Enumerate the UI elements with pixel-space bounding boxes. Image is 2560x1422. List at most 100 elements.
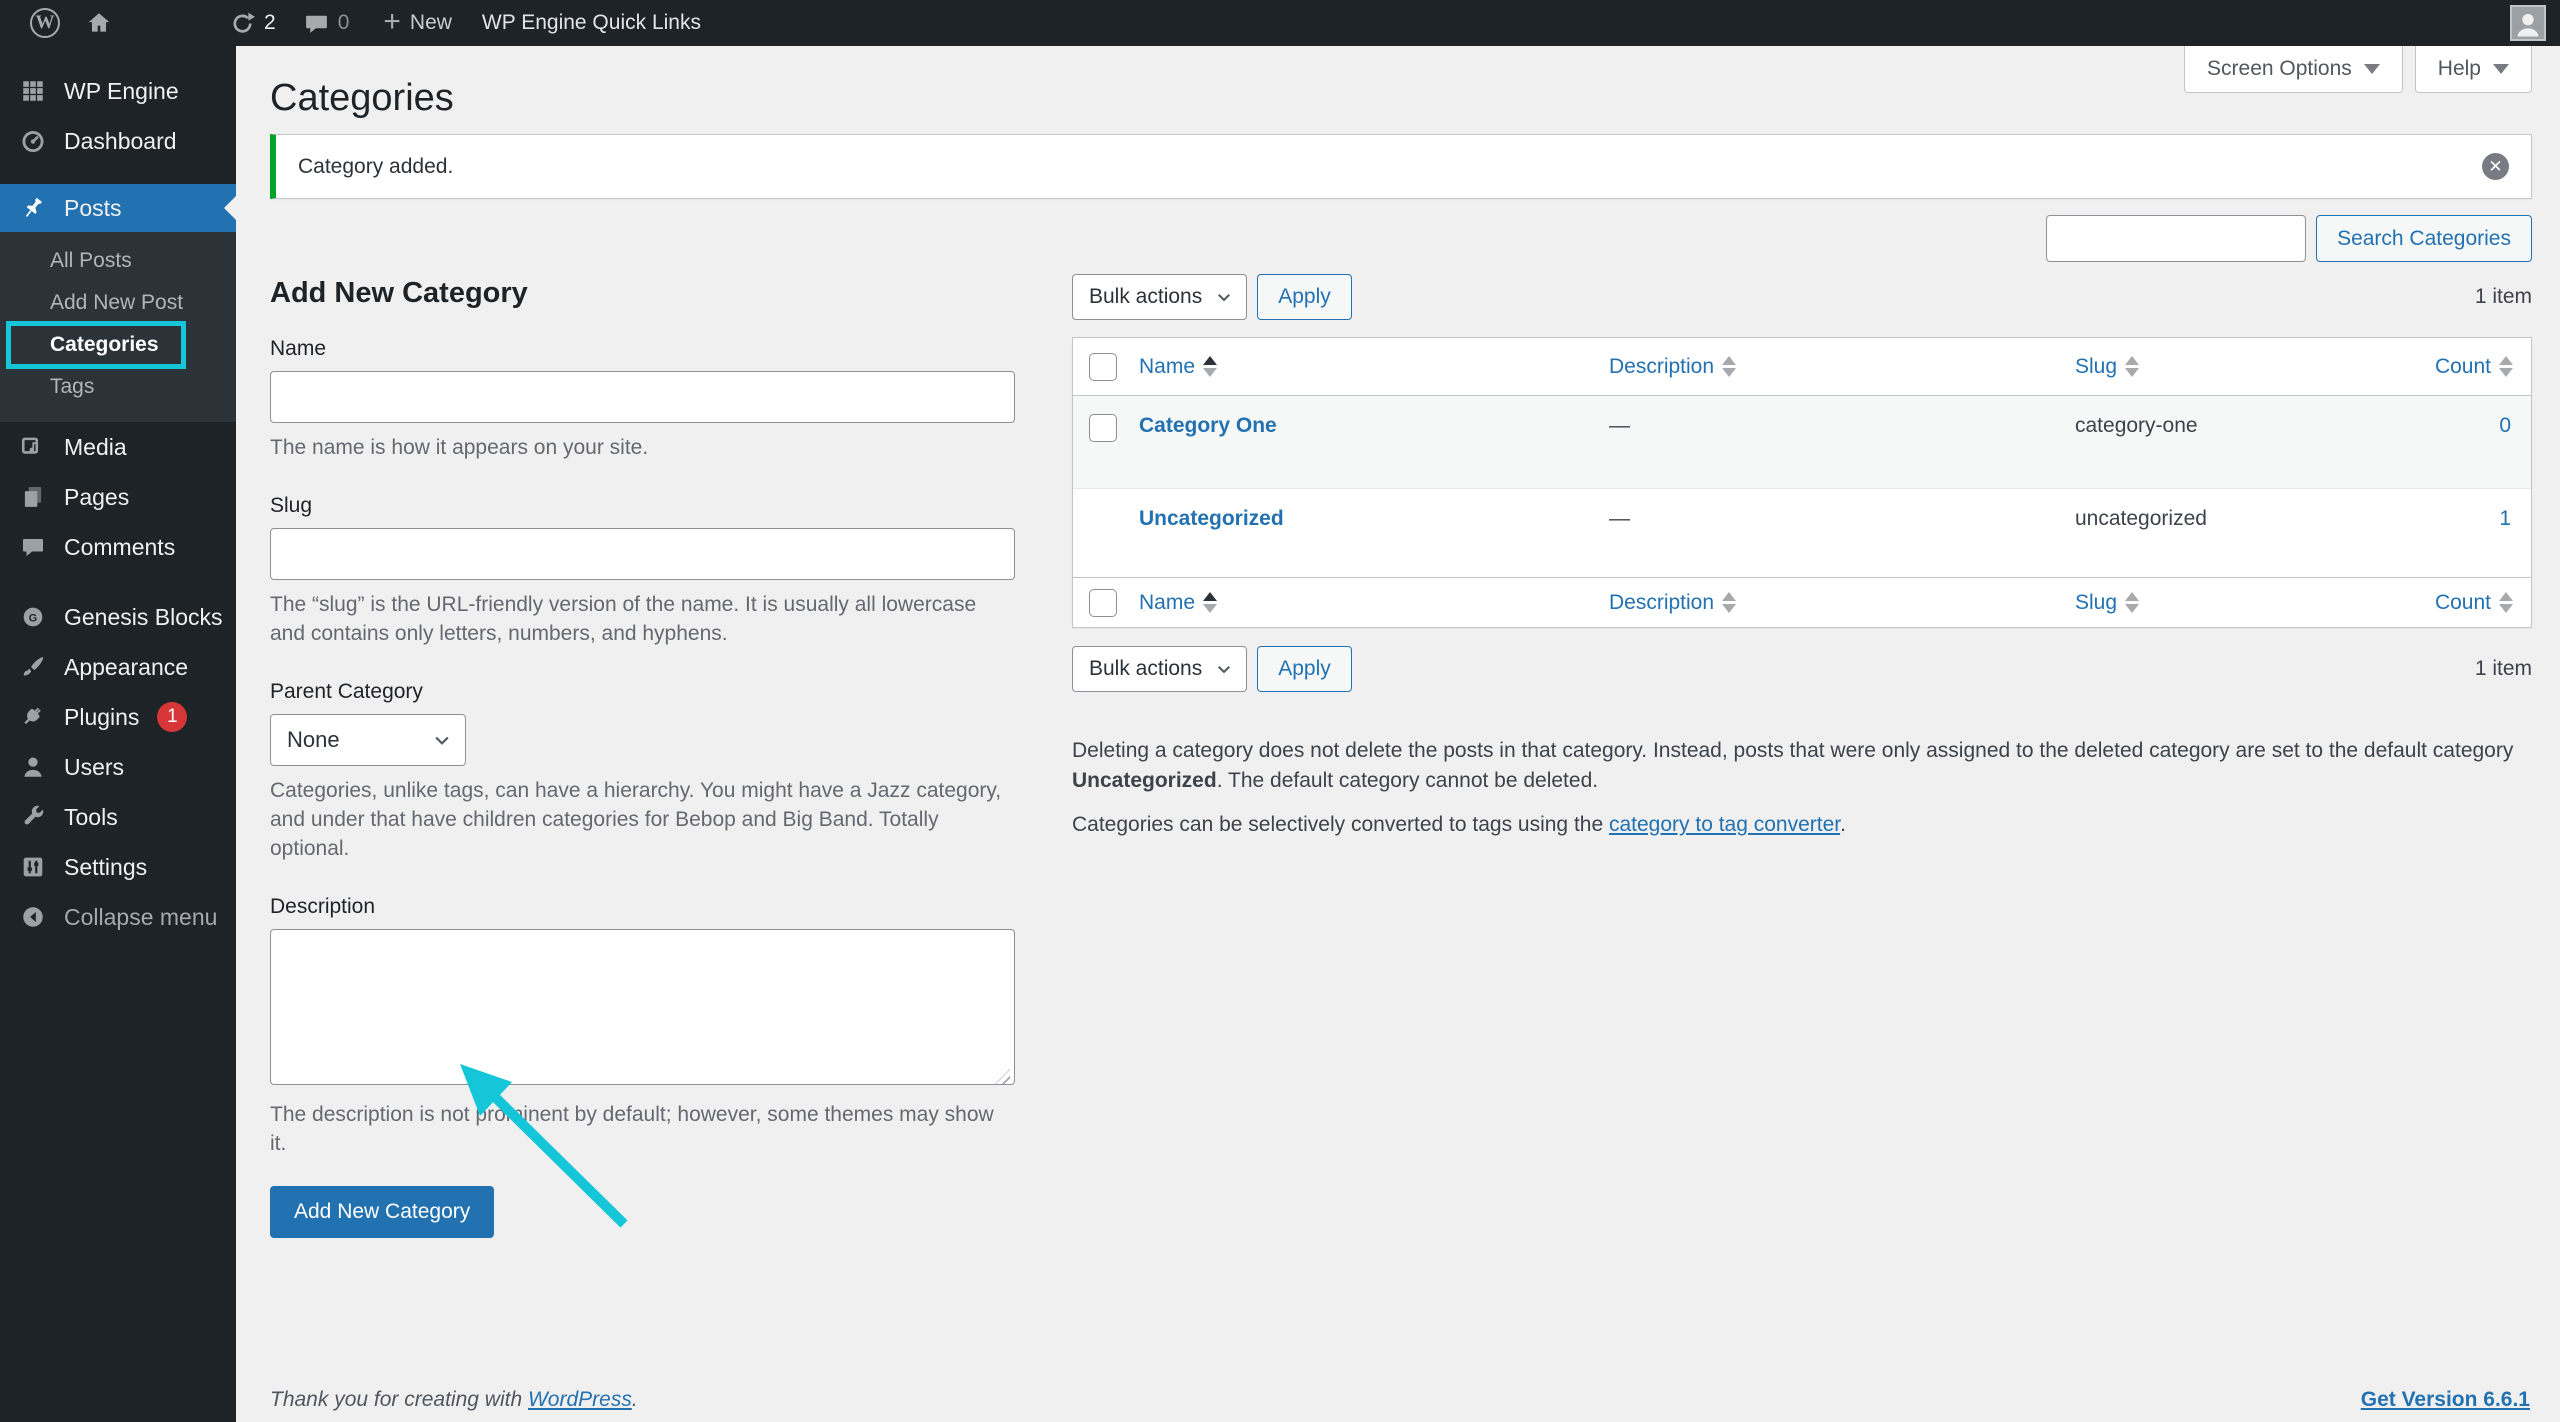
user-avatar[interactable] [2510,5,2546,41]
wp-engine-quick-links[interactable]: WP Engine Quick Links [482,0,701,46]
sort-icons [2499,356,2513,377]
sort-icons [1203,592,1217,613]
sidebar-item-add-new-post[interactable]: Add New Post [0,282,236,324]
footer-text: . [632,1388,638,1411]
sort-by-count-header[interactable]: Count [2435,355,2531,379]
sidebar-item-dashboard[interactable]: Dashboard [0,116,236,166]
category-slug: uncategorized [2075,507,2430,531]
screen-options-button[interactable]: Screen Options [2184,46,2403,93]
category-count-link[interactable]: 1 [2499,507,2531,531]
sidebar-item-categories[interactable]: Categories [0,324,236,366]
sort-by-name-header[interactable]: Name [1139,355,1609,379]
select-all-checkbox[interactable] [1089,353,1117,381]
submenu-label: Categories [50,333,159,357]
column-label: Name [1139,355,1195,379]
name-label: Name [270,337,1015,361]
add-new-category-button[interactable]: Add New Category [270,1186,494,1238]
apply-button[interactable]: Apply [1257,646,1352,692]
wordpress-logo-icon[interactable]: W [30,8,60,38]
category-description: — [1609,414,2075,438]
sidebar-label: Users [64,754,124,781]
sidebar-label: Tools [64,804,118,831]
genesis-blocks-icon: G [18,604,48,630]
sort-by-slug-header[interactable]: Slug [2075,591,2430,615]
sort-icons [2125,356,2139,377]
screen-options-label: Screen Options [2207,57,2352,81]
slug-help-text: The “slug” is the URL-friendly version o… [270,590,1015,648]
category-slug-input[interactable] [270,528,1015,580]
comments-moderation-button[interactable]: 0 [304,0,350,46]
admin-bar-left: W 2 0 + New [0,0,701,46]
site-home-button[interactable] [86,0,112,46]
column-label: Description [1609,355,1714,379]
form-heading: Add New Category [270,275,1015,311]
category-count-link[interactable]: 0 [2499,414,2531,438]
sort-by-description-header[interactable]: Description [1609,591,2075,615]
sidebar-item-posts[interactable]: Posts [0,184,236,232]
select-all-checkbox[interactable] [1089,589,1117,617]
sort-asc-icon [2125,592,2139,601]
sort-desc-icon [1203,604,1217,613]
sidebar-item-all-posts[interactable]: All Posts [0,240,236,282]
parent-category-select[interactable]: None [270,714,466,766]
search-categories-input[interactable] [2046,215,2306,262]
help-button[interactable]: Help [2415,46,2532,93]
sidebar-item-tags[interactable]: Tags [0,366,236,408]
apply-button[interactable]: Apply [1257,274,1352,320]
wordpress-link[interactable]: WordPress [528,1388,632,1411]
description-help-text: The description is not prominent by defa… [270,1100,1015,1158]
converter-note: Categories can be selectively converted … [1072,810,2532,840]
sort-icons [1722,592,1736,613]
category-to-tag-converter-link[interactable]: category to tag converter [1609,813,1840,836]
new-content-button[interactable]: + New [383,0,452,46]
sort-by-name-header[interactable]: Name [1139,591,1609,615]
wordpress-admin-page: W 2 0 + New [0,0,2560,1422]
row-checkbox[interactable] [1089,414,1117,442]
bulk-actions-select[interactable]: Bulk actions [1072,274,1247,320]
column-label: Slug [2075,591,2117,615]
sort-by-slug-header[interactable]: Slug [2075,355,2430,379]
sidebar-item-comments[interactable]: Comments [0,522,236,572]
sort-asc-icon [1722,356,1736,365]
sort-by-description-header[interactable]: Description [1609,355,2075,379]
delete-category-note: Deleting a category does not delete the … [1072,736,2532,796]
sidebar-item-plugins[interactable]: Plugins 1 [0,692,236,742]
chevron-down-icon [2493,64,2509,74]
sort-by-count-header[interactable]: Count [2435,591,2531,615]
category-name-input[interactable] [270,371,1015,423]
submenu-label: Tags [50,375,94,399]
sidebar-item-settings[interactable]: Settings [0,842,236,892]
sidebar-item-tools[interactable]: Tools [0,792,236,842]
bulk-actions-wrap: Bulk actions [1072,274,1247,320]
items-count: 1 item [2475,657,2532,681]
submenu-label: All Posts [50,249,132,273]
dismiss-notice-icon[interactable]: ✕ [2482,153,2509,180]
sidebar-item-genesis-blocks[interactable]: G Genesis Blocks [0,592,236,642]
sidebar-item-pages[interactable]: Pages [0,472,236,522]
bulk-actions-value: Bulk actions [1089,285,1202,309]
submenu-label: Add New Post [50,291,183,315]
column-label: Count [2435,591,2491,615]
category-name-link[interactable]: Category One [1139,414,1609,438]
parent-category-value: None [287,727,340,753]
collapse-menu-button[interactable]: Collapse menu [0,892,236,942]
sidebar-item-users[interactable]: Users [0,742,236,792]
updates-icon [230,11,255,36]
category-name-link[interactable]: Uncategorized [1139,507,1609,531]
description-label: Description [270,895,1015,919]
sort-desc-icon [1722,604,1736,613]
search-row: Search Categories [1072,215,2532,262]
bulk-actions-select[interactable]: Bulk actions [1072,646,1247,692]
search-categories-button[interactable]: Search Categories [2316,215,2532,262]
description-textarea[interactable] [270,929,1015,1085]
help-label: Help [2438,57,2481,81]
sidebar-item-appearance[interactable]: Appearance [0,642,236,692]
add-category-form: Add New Category Name The name is how it… [270,215,1015,1238]
svg-text:G: G [29,612,37,624]
bottom-bulk-toolbar: Bulk actions Apply 1 item [1072,646,2532,692]
updates-button[interactable]: 2 [230,0,276,46]
pushpin-icon [18,195,48,221]
sidebar-item-media[interactable]: Media [0,422,236,472]
sidebar-item-wp-engine[interactable]: WP Engine [0,66,236,116]
get-version-link[interactable]: Get Version 6.6.1 [2361,1388,2530,1412]
